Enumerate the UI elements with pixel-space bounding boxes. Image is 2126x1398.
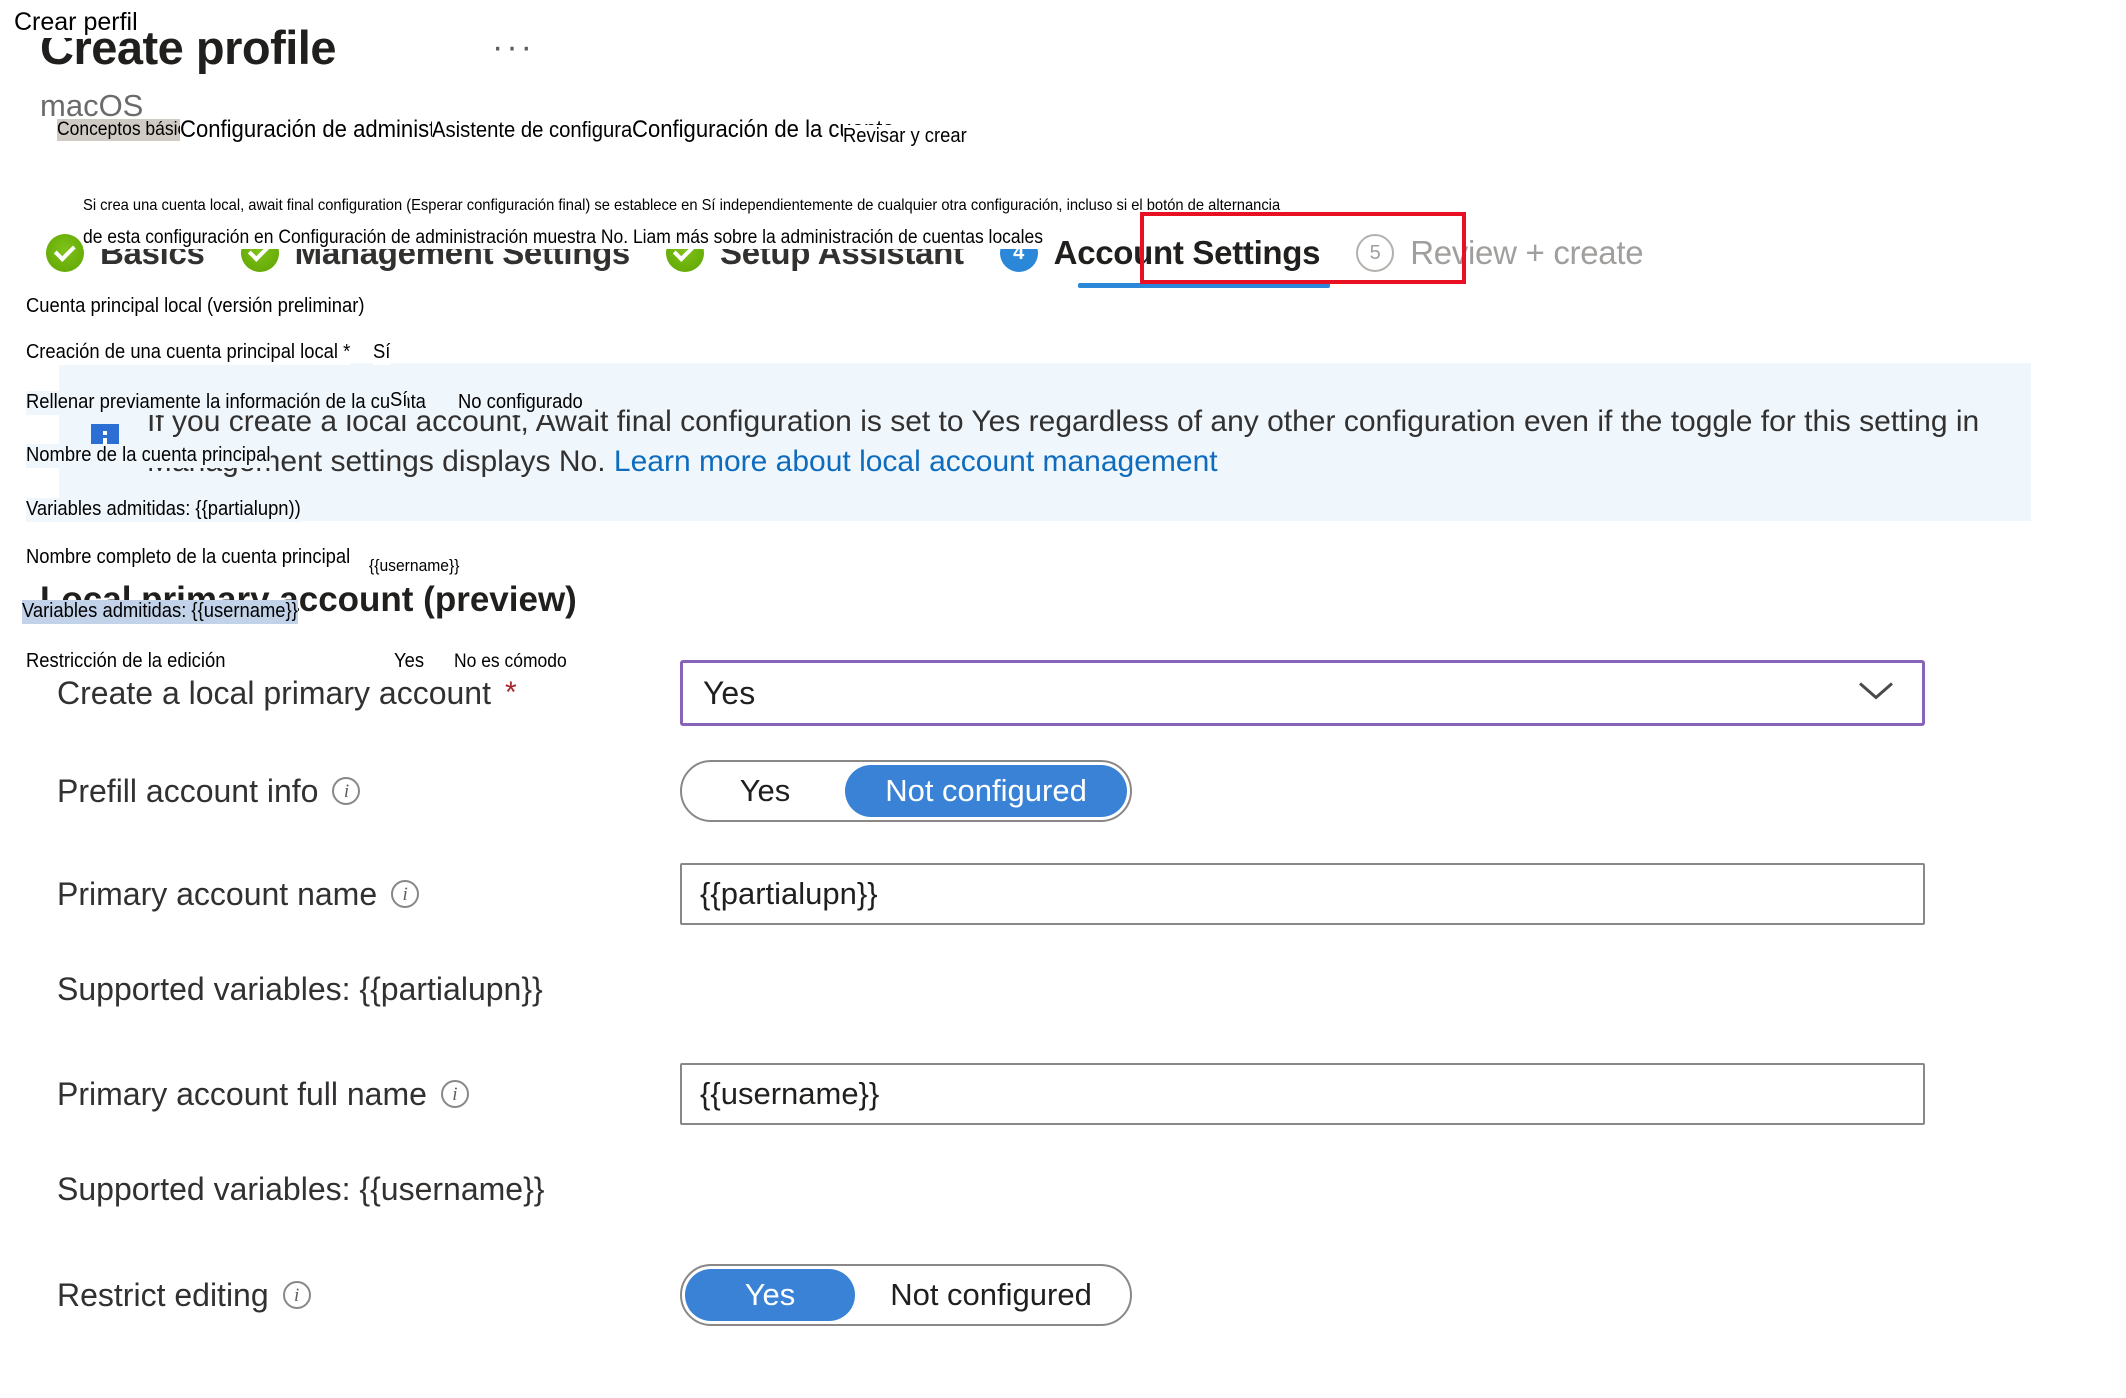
step-number-badge: 5 <box>1356 234 1395 272</box>
primary-account-name-label: Primary account name i <box>0 863 680 925</box>
restrict-editing-label: Restrict editing i <box>0 1264 680 1326</box>
english-ui-layer: Create profile ··· macOS Basics Manageme… <box>0 0 2126 1398</box>
wizard-step-label: Basics <box>100 234 205 271</box>
wizard-step-account-settings[interactable]: 4 Account Settings <box>982 222 1339 288</box>
check-circle-icon <box>46 234 84 272</box>
chevron-down-icon <box>1856 679 1896 708</box>
account-settings-form: Create a local primary account * Yes Pre… <box>0 660 2126 1354</box>
wizard-steps: Basics Management Settings Setup Assista… <box>28 222 1661 288</box>
form-row-create-local-primary-account: Create a local primary account * Yes <box>0 660 2126 760</box>
label-text: Primary account full name <box>57 1075 427 1112</box>
wizard-step-label: Setup Assistant <box>719 234 964 271</box>
primary-account-name-input[interactable] <box>680 863 1925 925</box>
wizard-step-label: Review + create <box>1410 234 1644 271</box>
learn-more-link[interactable]: Learn more about local account managemen… <box>614 445 1218 478</box>
more-options-ellipsis-icon[interactable]: ··· <box>492 30 535 64</box>
prefill-account-info-toggle[interactable]: Yes Not configured <box>680 760 1132 822</box>
info-tooltip-icon[interactable]: i <box>282 1281 311 1309</box>
check-circle-icon <box>665 234 704 272</box>
form-row-primary-account-full-name: Primary account full name i <box>0 1063 2126 1143</box>
prefill-account-info-field: Yes Not configured <box>680 760 2126 822</box>
info-tooltip-icon[interactable]: i <box>440 1080 469 1108</box>
form-row-primary-account-name: Primary account name i <box>0 863 2126 943</box>
form-row-restrict-editing: Restrict editing i Yes Not configured <box>0 1264 2126 1354</box>
restrict-editing-field: Yes Not configured <box>680 1264 2126 1326</box>
primary-account-full-name-field <box>680 1063 2126 1125</box>
primary-account-full-name-supported-variables: Supported variables: {{username}} <box>57 1171 545 1207</box>
info-tooltip-icon[interactable]: i <box>391 880 420 908</box>
section-heading: Local primary account (preview) <box>40 580 577 619</box>
primary-account-full-name-label: Primary account full name i <box>0 1063 680 1125</box>
label-text: Create a local primary account <box>57 674 491 711</box>
wizard-step-setup-assistant[interactable]: Setup Assistant <box>648 222 982 284</box>
prefill-account-info-label: Prefill account info i <box>0 760 680 822</box>
step-number-badge: 4 <box>999 234 1038 272</box>
label-text: Primary account name <box>57 875 378 912</box>
create-profile-page: Create profile ··· macOS Basics Manageme… <box>0 0 2126 1398</box>
restrict-editing-toggle[interactable]: Yes Not configured <box>680 1264 1132 1326</box>
wizard-step-basics[interactable]: Basics <box>28 222 223 284</box>
primary-account-name-supported-variables: Supported variables: {{partialupn}} <box>57 971 543 1007</box>
toggle-option-not-configured[interactable]: Not configured <box>855 1269 1127 1321</box>
primary-account-full-name-input[interactable] <box>680 1063 1925 1125</box>
label-text: Prefill account info <box>57 772 319 809</box>
wizard-step-review-create[interactable]: 5 Review + create <box>1338 222 1661 284</box>
toggle-option-yes[interactable]: Yes <box>685 765 845 817</box>
primary-account-name-field <box>680 863 2126 925</box>
wizard-step-management-settings[interactable]: Management Settings <box>223 222 648 284</box>
select-value: Yes <box>703 674 756 711</box>
platform-subtitle: macOS <box>40 88 144 123</box>
page-title: Create profile <box>40 21 336 74</box>
create-local-primary-account-field: Yes <box>680 660 2126 726</box>
create-local-primary-account-select[interactable]: Yes <box>680 660 1925 726</box>
wizard-step-label: Account Settings <box>1053 234 1321 271</box>
info-tooltip-icon[interactable]: i <box>332 777 361 805</box>
create-local-primary-account-label: Create a local primary account * <box>0 660 680 726</box>
info-icon <box>81 418 129 466</box>
form-row-prefill-account-info: Prefill account info i Yes Not configure… <box>0 760 2126 863</box>
label-text: Restrict editing <box>57 1276 269 1313</box>
toggle-option-not-configured[interactable]: Not configured <box>845 765 1127 817</box>
check-circle-icon <box>240 234 279 272</box>
required-asterisk: * <box>504 676 517 709</box>
info-banner-text: If you create a local account, Await fin… <box>147 402 1987 482</box>
toggle-option-yes[interactable]: Yes <box>685 1269 855 1321</box>
info-banner: If you create a local account, Await fin… <box>59 363 2031 521</box>
wizard-step-label: Management Settings <box>294 234 631 271</box>
active-step-underline <box>1077 283 1331 288</box>
